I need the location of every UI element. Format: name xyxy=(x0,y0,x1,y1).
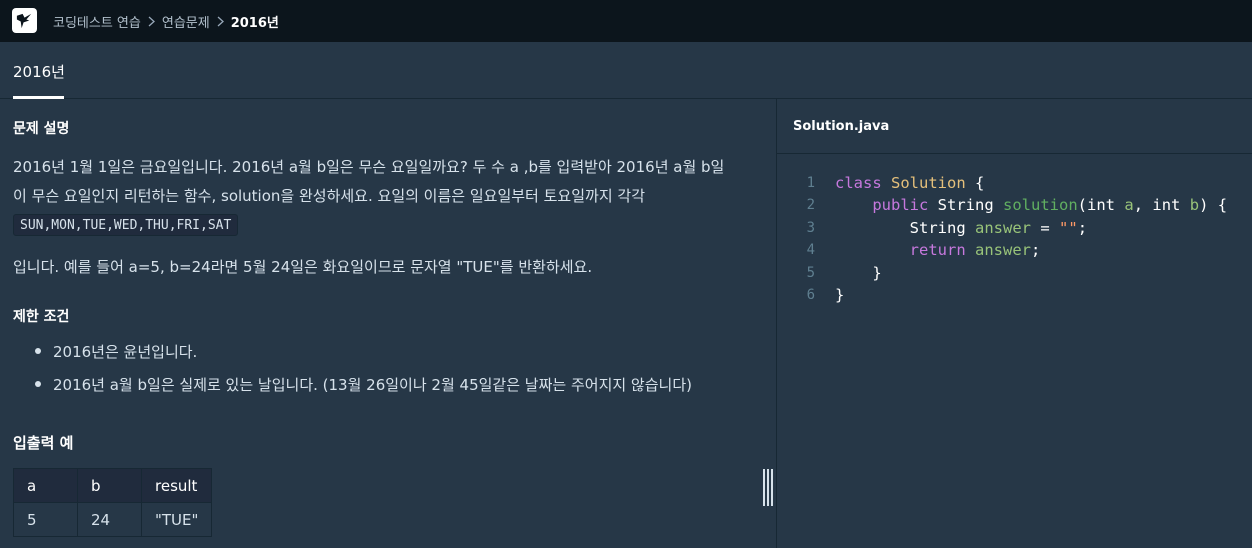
bullet-icon xyxy=(35,348,41,354)
column-header-a: a xyxy=(13,468,78,503)
line-number: 4 xyxy=(806,242,815,259)
code-editor[interactable]: 1 class Solution { 2 public String solut… xyxy=(777,155,1252,548)
line-number: 1 xyxy=(806,175,815,191)
breadcrumb-item-coding-test[interactable]: 코딩테스트 연습 xyxy=(53,12,141,31)
io-example-heading: 입출력 예 xyxy=(13,434,74,452)
table-cell: 24 xyxy=(77,502,142,537)
line-number: 6 xyxy=(806,286,815,303)
line-number: 3 xyxy=(806,219,815,236)
code-line[interactable]: 5 } xyxy=(777,262,1227,284)
code-lines[interactable]: 1 class Solution { 2 public String solut… xyxy=(777,172,1228,306)
problem-title-bar: 2016년 xyxy=(0,42,1252,99)
table-cell: "TUE" xyxy=(140,502,213,537)
problem-title-tab[interactable]: 2016년 xyxy=(13,61,65,82)
breadcrumb-item-current: 2016년 xyxy=(230,15,279,31)
line-number: 2 xyxy=(806,197,815,214)
table-cell: 5 xyxy=(13,502,78,537)
breadcrumb-item-practice[interactable]: 연습문제 xyxy=(162,12,210,31)
table-header-row: a b result xyxy=(13,468,213,503)
code-line[interactable]: 6 } xyxy=(777,284,1227,306)
code-line[interactable]: 2 public String solution(int a, int b) { xyxy=(777,194,1228,216)
constraints-heading: 제한 조건 xyxy=(13,309,70,325)
editor-file-tab: Solution.java xyxy=(777,99,1252,154)
file-name[interactable]: Solution.java xyxy=(793,119,889,134)
constraint-item: 2016년은 윤년입니다. xyxy=(53,343,198,361)
description-heading: 문제 설명 xyxy=(13,121,70,137)
code-line[interactable]: 1 class Solution { xyxy=(777,172,1227,194)
breadcrumb: 코딩테스트 연습 연습문제 2016년 xyxy=(53,0,279,42)
description-line-2: 이 무슨 요일인지 리턴하는 함수, solution을 완성하세요. 요일의 … xyxy=(13,187,645,205)
chevron-right-icon xyxy=(148,16,155,27)
description-line-1: 2016년 1월 1일은 금요일입니다. 2016년 a월 b일은 무슨 요일일… xyxy=(13,158,725,176)
line-number: 5 xyxy=(806,264,815,281)
panel-resize-handle[interactable] xyxy=(762,469,774,506)
programmers-logo-icon[interactable] xyxy=(12,8,37,33)
code-line[interactable]: 4 return answer; xyxy=(777,239,1227,261)
code-line[interactable]: 3 String answer = ""; xyxy=(777,217,1227,239)
column-header-result: result xyxy=(140,468,213,503)
column-header-b: b xyxy=(77,468,142,503)
io-example-table: a b result 5 24 "TUE" xyxy=(13,468,213,537)
table-row: 5 24 "TUE" xyxy=(13,502,213,537)
constraint-item: 2016년 a월 b일은 실제로 있는 날입니다. (13월 26일이나 2월 … xyxy=(53,376,692,394)
top-navigation-bar: 코딩테스트 연습 연습문제 2016년 xyxy=(0,0,1252,42)
chevron-right-icon xyxy=(217,16,224,27)
weekday-code-inline: SUN,MON,TUE,WED,THU,FRI,SAT xyxy=(13,214,239,236)
description-line-3: 입니다. 예를 들어 a=5, b=24라면 5월 24일은 화요일이므로 문자… xyxy=(13,258,593,276)
bullet-icon xyxy=(35,381,41,387)
